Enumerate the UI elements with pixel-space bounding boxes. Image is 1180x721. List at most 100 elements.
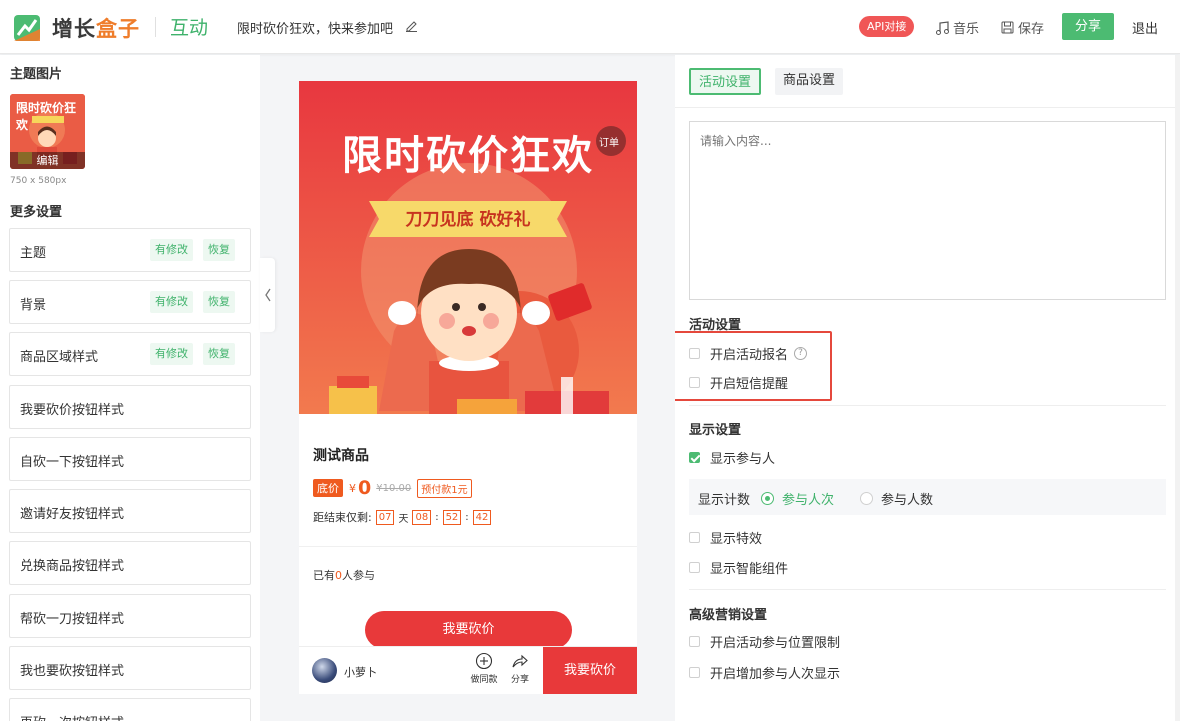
make-same-label: 做同款 [470,675,498,685]
divider [299,546,637,547]
help-icon[interactable]: ? [794,347,808,360]
enable-sms-label: 开启短信提醒 [710,377,789,392]
collapse-panel-button[interactable] [260,258,275,332]
setting-label: 商品区域样式 [20,350,99,365]
location-limit-checkbox[interactable]: 开启活动参与位置限制 [689,632,840,651]
more-settings-title: 更多设置 [10,205,63,220]
restore-button[interactable]: 恢复 [203,291,235,313]
joined-number: 0 [335,569,342,582]
share-preview-button[interactable]: 分享 [500,652,540,685]
radio-participant-count[interactable]: 参与人数 [860,489,933,508]
restore-button[interactable]: 恢复 [203,239,235,261]
joined-suffix: 人参与 [342,569,375,582]
original-price: ¥10.00 [376,482,412,494]
divider [689,589,1166,590]
activity-title: 限时砍价狂欢，快来参加吧 [237,22,394,37]
countdown-hours: 08 [412,509,432,525]
setting-item-invite-button[interactable]: 邀请好友按钮样式 [9,489,251,533]
edit-title-icon[interactable] [405,19,418,32]
checkbox-checked-icon [689,452,700,463]
api-badge[interactable]: API对接 [859,16,915,37]
tab-product-settings[interactable]: 商品设置 [775,68,844,95]
scrollbar[interactable] [1175,55,1180,721]
setting-label: 兑换商品按钮样式 [20,559,125,574]
logo-icon [14,15,40,41]
music-icon [936,20,949,35]
show-participants-label: 显示参与人 [710,452,776,467]
countdown-minutes: 52 [442,509,462,525]
radio-label: 参与人次 [782,493,835,508]
shop-avatar [312,658,337,683]
setting-label: 我要砍价按钮样式 [20,403,125,418]
setting-label: 帮砍一刀按钮样式 [20,612,125,627]
setting-item-again-button[interactable]: 再砍一次按钮样式 [9,698,251,721]
radio-label: 参与人数 [881,493,934,508]
mobile-preview: 限时砍价狂欢 刀刀见底 砍好礼 订单 测试商品 底价 ¥ 0 ¥10.00 预付… [299,81,637,694]
checkbox-icon [689,377,700,388]
thumb-title: 限时砍价狂欢 [16,101,77,132]
description-textarea[interactable] [689,121,1166,300]
theme-image-thumbnail[interactable]: 限时砍价狂欢 编辑 [10,94,85,169]
bottom-bargain-button[interactable]: 我要砍价 [543,647,637,694]
floor-price-tag: 底价 [313,479,343,497]
setting-label: 背景 [20,298,47,313]
enable-signup-label: 开启活动报名 [710,348,789,363]
setting-label: 自砍一下按钮样式 [20,455,125,470]
exit-button[interactable]: 退出 [1132,18,1158,37]
show-effects-checkbox[interactable]: 显示特效 [689,528,762,547]
right-settings-panel: 活动设置 商品设置 活动设置 开启活动报名 ? 开启短信提醒 显示设置 显示参与… [675,55,1180,721]
order-badge[interactable]: 订单 [599,134,619,149]
currency-symbol: ¥ [349,481,356,495]
music-button[interactable]: 音乐 [936,18,979,37]
setting-item-product-area[interactable]: 商品区域样式 有修改 恢复 [9,332,251,376]
price-row: 底价 ¥ 0 ¥10.00 预付款1元 [313,477,472,499]
checkbox-icon [689,667,700,678]
radio-selected-icon [761,492,774,505]
add-count-display-label: 开启增加参与人次显示 [710,667,841,682]
setting-item-me-too-button[interactable]: 我也要砍按钮样式 [9,646,251,690]
add-count-display-checkbox[interactable]: 开启增加参与人次显示 [689,663,840,682]
shop-name: 小萝卜 [344,666,377,679]
checkbox-icon [689,348,700,359]
bargain-button[interactable]: 我要砍价 [365,611,572,649]
modified-tag: 有修改 [150,291,193,313]
show-participants-checkbox[interactable]: 显示参与人 [689,448,775,467]
radio-participation-times[interactable]: 参与人次 [761,489,834,508]
music-label: 音乐 [953,22,980,37]
tab-activity-settings[interactable]: 活动设置 [689,68,762,95]
setting-item-self-bargain-button[interactable]: 自砍一下按钮样式 [9,437,251,481]
setting-item-theme[interactable]: 主题 有修改 恢复 [9,228,251,272]
plus-circle-icon [475,652,493,670]
logo-text: 增长盒子 [52,17,140,41]
left-settings-panel: 主题图片 限时砍价狂欢 编辑 750 x 580px 更多设置 主题 有修改 恢… [0,55,260,721]
share-preview-label: 分享 [510,675,529,685]
current-price: 0 [358,477,372,499]
save-button[interactable]: 保存 [1001,18,1044,37]
share-button[interactable]: 分享 [1062,13,1114,40]
enable-signup-checkbox[interactable]: 开启活动报名 ? [689,344,808,363]
logo-divider [155,17,156,37]
countdown-seconds: 42 [472,509,492,525]
checkbox-icon [689,532,700,543]
countdown-colon: : [435,511,439,523]
restore-button[interactable]: 恢复 [203,343,235,365]
setting-item-redeem-button[interactable]: 兑换商品按钮样式 [9,541,251,585]
checkbox-icon [689,562,700,573]
image-size-hint: 750 x 580px [10,176,67,186]
setting-label: 我也要砍按钮样式 [20,664,125,679]
product-name: 测试商品 [313,448,369,464]
setting-label: 再砍一次按钮样式 [20,712,124,721]
modified-tag: 有修改 [150,343,193,365]
show-smart-label: 显示智能组件 [710,562,789,577]
count-display-options: 显示计数 参与人次 参与人数 [689,479,1166,515]
setting-item-bargain-button[interactable]: 我要砍价按钮样式 [9,385,251,429]
activity-banner: 限时砍价狂欢 刀刀见底 砍好礼 订单 [299,81,637,414]
show-smart-components-checkbox[interactable]: 显示智能组件 [689,558,788,577]
make-same-button[interactable]: 做同款 [464,652,504,685]
setting-item-background[interactable]: 背景 有修改 恢复 [9,280,251,324]
show-effects-label: 显示特效 [710,532,763,547]
participants-count: 已有0人参与 [313,567,375,583]
setting-item-help-bargain-button[interactable]: 帮砍一刀按钮样式 [9,594,251,638]
thumbnail-edit-button[interactable]: 编辑 [10,152,85,169]
enable-sms-checkbox[interactable]: 开启短信提醒 [689,373,788,392]
